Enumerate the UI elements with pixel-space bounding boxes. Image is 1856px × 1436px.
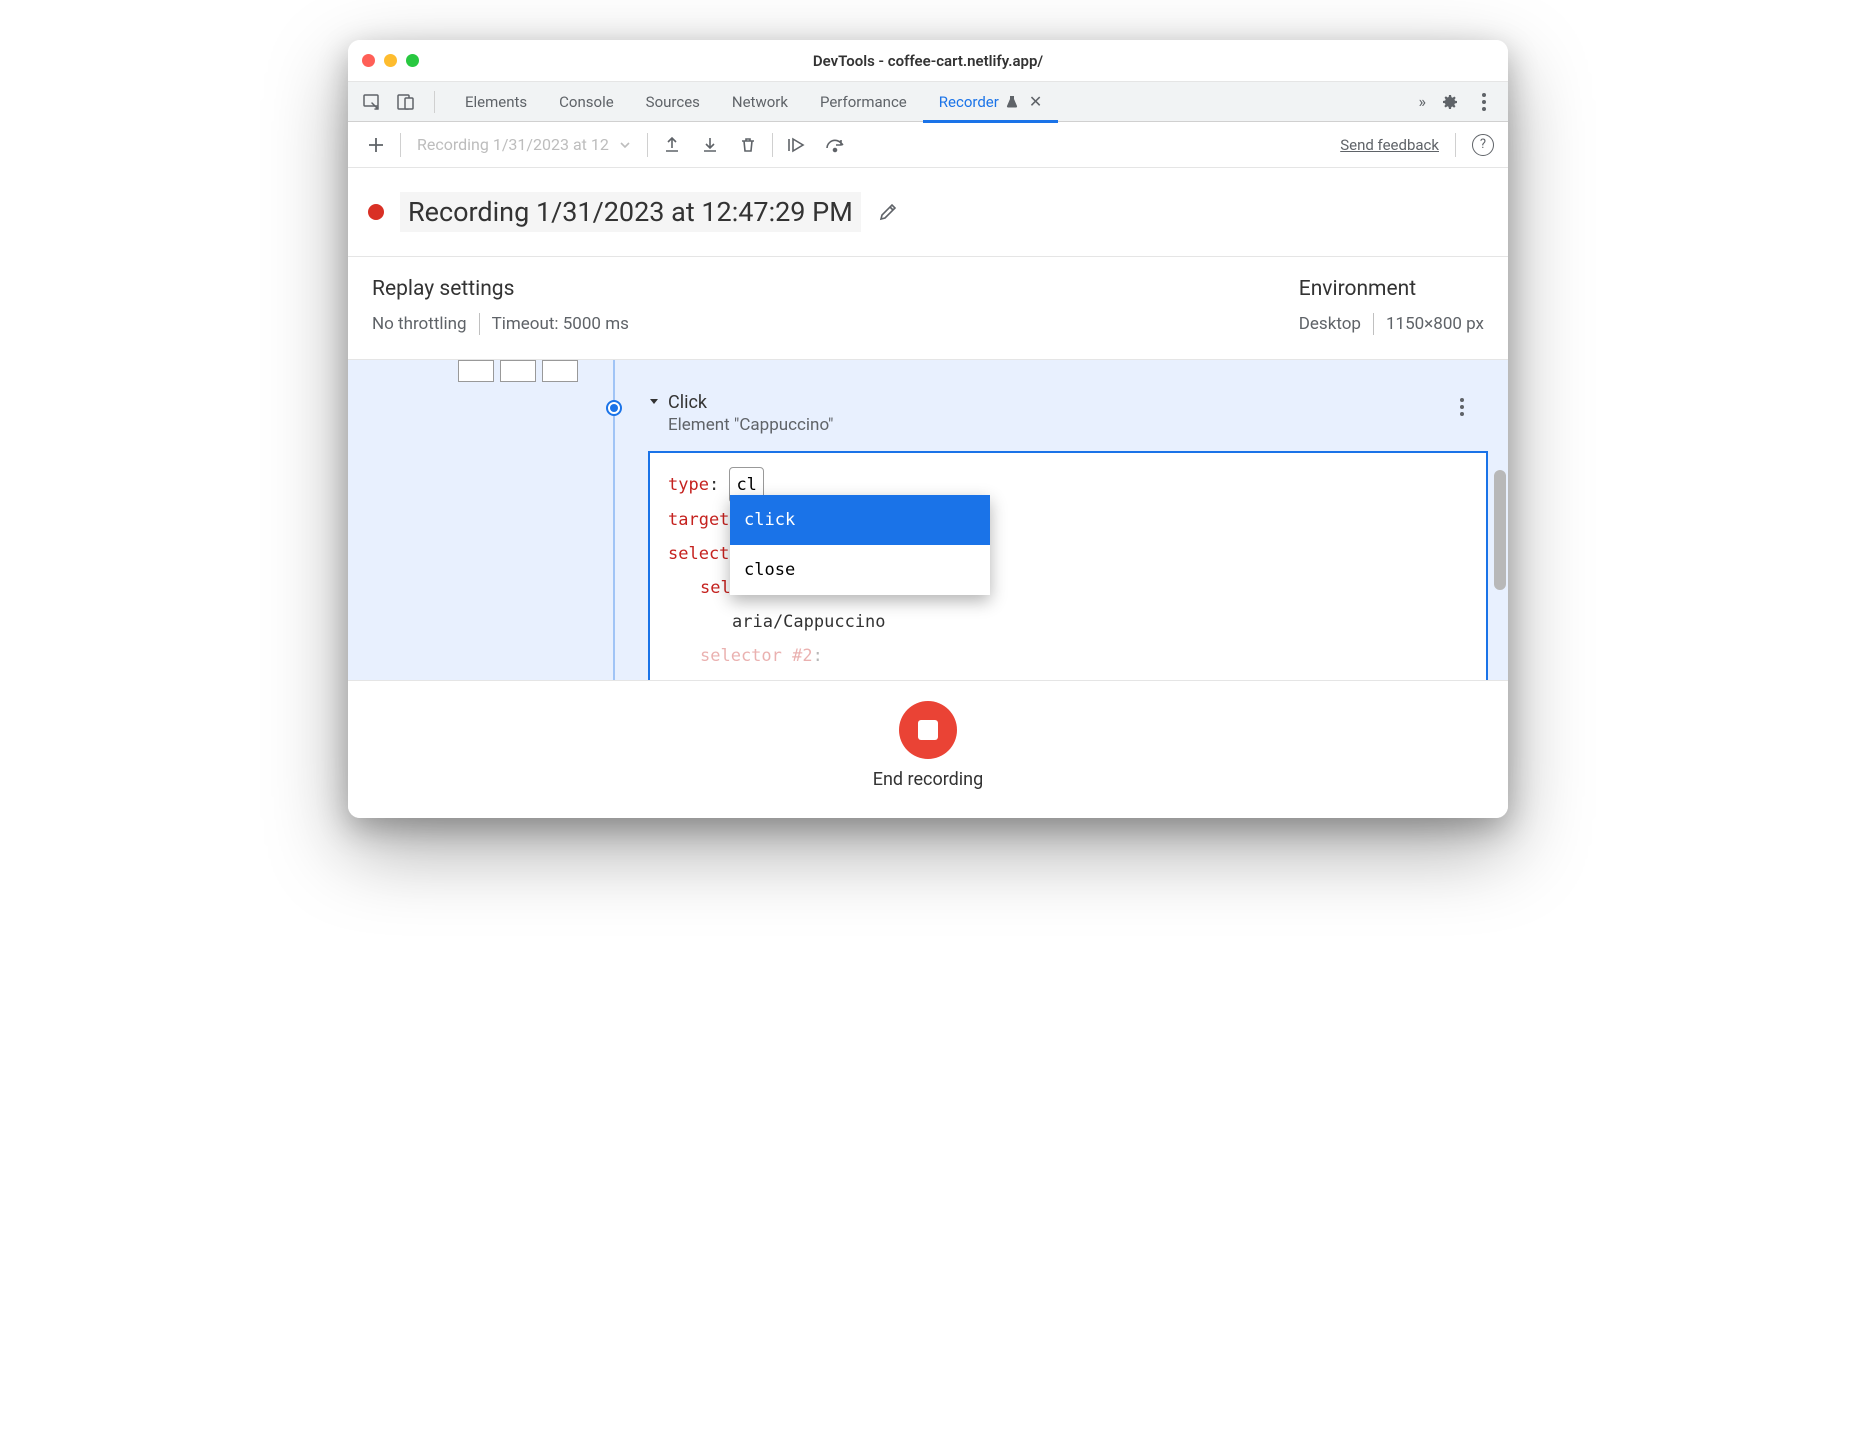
stop-icon xyxy=(918,720,938,740)
tab-performance[interactable]: Performance xyxy=(804,82,923,122)
close-tab-icon[interactable]: ✕ xyxy=(1029,92,1042,111)
separator xyxy=(1373,313,1374,335)
end-recording-button[interactable] xyxy=(899,701,957,759)
recording-select-label: Recording 1/31/2023 at 12 xyxy=(417,135,609,154)
separator xyxy=(772,133,773,157)
timeout-value[interactable]: Timeout: 5000 ms xyxy=(492,314,629,334)
throttling-value[interactable]: No throttling xyxy=(372,314,467,334)
more-tabs-icon[interactable]: » xyxy=(1419,92,1427,111)
tab-console[interactable]: Console xyxy=(543,82,630,122)
separator xyxy=(400,133,401,157)
separator xyxy=(1455,133,1456,157)
separator xyxy=(479,313,480,335)
new-recording-button[interactable] xyxy=(362,131,390,159)
delete-button[interactable] xyxy=(734,131,762,159)
recording-select[interactable]: Recording 1/31/2023 at 12 xyxy=(411,135,637,154)
step-content: Click Element "Cappuccino" type: cl targ… xyxy=(648,392,1488,680)
export-button[interactable] xyxy=(658,131,686,159)
step-action: Click xyxy=(668,392,833,413)
thumbnail[interactable] xyxy=(458,360,494,382)
tab-sources[interactable]: Sources xyxy=(630,82,716,122)
end-recording-label: End recording xyxy=(873,769,983,790)
recorder-toolbar: Recording 1/31/2023 at 12 Send feedback … xyxy=(348,122,1508,168)
recording-indicator-icon xyxy=(368,204,384,220)
footer: End recording xyxy=(348,680,1508,818)
replay-settings-header: Replay settings xyxy=(372,277,629,301)
environment-header: Environment xyxy=(1299,277,1416,301)
recording-title-row: Recording 1/31/2023 at 12:47:29 PM xyxy=(348,168,1508,257)
autocomplete-item[interactable]: click xyxy=(730,495,990,545)
settings-row: Replay settings No throttling Timeout: 5… xyxy=(348,257,1508,360)
close-window-button[interactable] xyxy=(362,54,375,67)
code-key: selector #2 xyxy=(700,646,813,666)
step-over-button[interactable] xyxy=(821,131,849,159)
tab-label: Elements xyxy=(465,93,527,111)
step-code-editor[interactable]: type: cl target selectors selector #1: a… xyxy=(648,451,1488,680)
window-title: DevTools - coffee-cart.netlify.app/ xyxy=(348,52,1508,70)
device-value[interactable]: Desktop xyxy=(1299,314,1361,334)
steps-area: Click Element "Cappuccino" type: cl targ… xyxy=(348,360,1508,680)
autocomplete-popup: click close xyxy=(730,495,990,595)
titlebar: DevTools - coffee-cart.netlify.app/ xyxy=(348,40,1508,82)
send-feedback-link[interactable]: Send feedback xyxy=(1340,136,1439,154)
tab-label: Network xyxy=(732,93,788,111)
thumbnail[interactable] xyxy=(500,360,536,382)
device-toggle-icon[interactable] xyxy=(396,92,416,112)
inspect-icon[interactable] xyxy=(362,92,382,112)
tab-label: Performance xyxy=(820,93,907,111)
thumbnail[interactable] xyxy=(542,360,578,382)
recording-title[interactable]: Recording 1/31/2023 at 12:47:29 PM xyxy=(400,192,861,232)
tab-label: Sources xyxy=(646,93,700,111)
tab-label: Console xyxy=(559,93,614,111)
autocomplete-item[interactable]: close xyxy=(730,545,990,595)
devtools-window: DevTools - coffee-cart.netlify.app/ Elem… xyxy=(348,40,1508,818)
maximize-window-button[interactable] xyxy=(406,54,419,67)
tabbar: Elements Console Sources Network Perform… xyxy=(348,82,1508,122)
separator xyxy=(434,91,435,113)
viewport-value[interactable]: 1150×800 px xyxy=(1386,314,1484,334)
collapse-arrow-icon[interactable] xyxy=(648,395,660,407)
settings-icon[interactable] xyxy=(1440,92,1460,112)
thumbnail-strip xyxy=(458,360,578,382)
code-key: target xyxy=(668,510,729,530)
separator xyxy=(647,133,648,157)
traffic-lights xyxy=(362,54,419,67)
import-button[interactable] xyxy=(696,131,724,159)
tab-label: Recorder xyxy=(939,93,999,111)
tab-recorder[interactable]: Recorder ✕ xyxy=(923,82,1058,122)
tab-network[interactable]: Network xyxy=(716,82,804,122)
scrollbar[interactable] xyxy=(1494,470,1506,590)
code-value[interactable]: aria/Cappuccino xyxy=(732,612,886,632)
kebab-menu-icon[interactable] xyxy=(1474,92,1494,112)
edit-title-icon[interactable] xyxy=(877,201,899,223)
tab-elements[interactable]: Elements xyxy=(449,82,543,122)
step-element: Element "Cappuccino" xyxy=(668,415,833,435)
minimize-window-button[interactable] xyxy=(384,54,397,67)
chevron-down-icon xyxy=(619,139,631,151)
help-icon[interactable]: ? xyxy=(1472,134,1494,156)
flask-icon xyxy=(1005,95,1019,109)
code-key: type xyxy=(668,475,709,495)
replay-button[interactable] xyxy=(783,131,811,159)
step-node[interactable] xyxy=(606,400,622,416)
